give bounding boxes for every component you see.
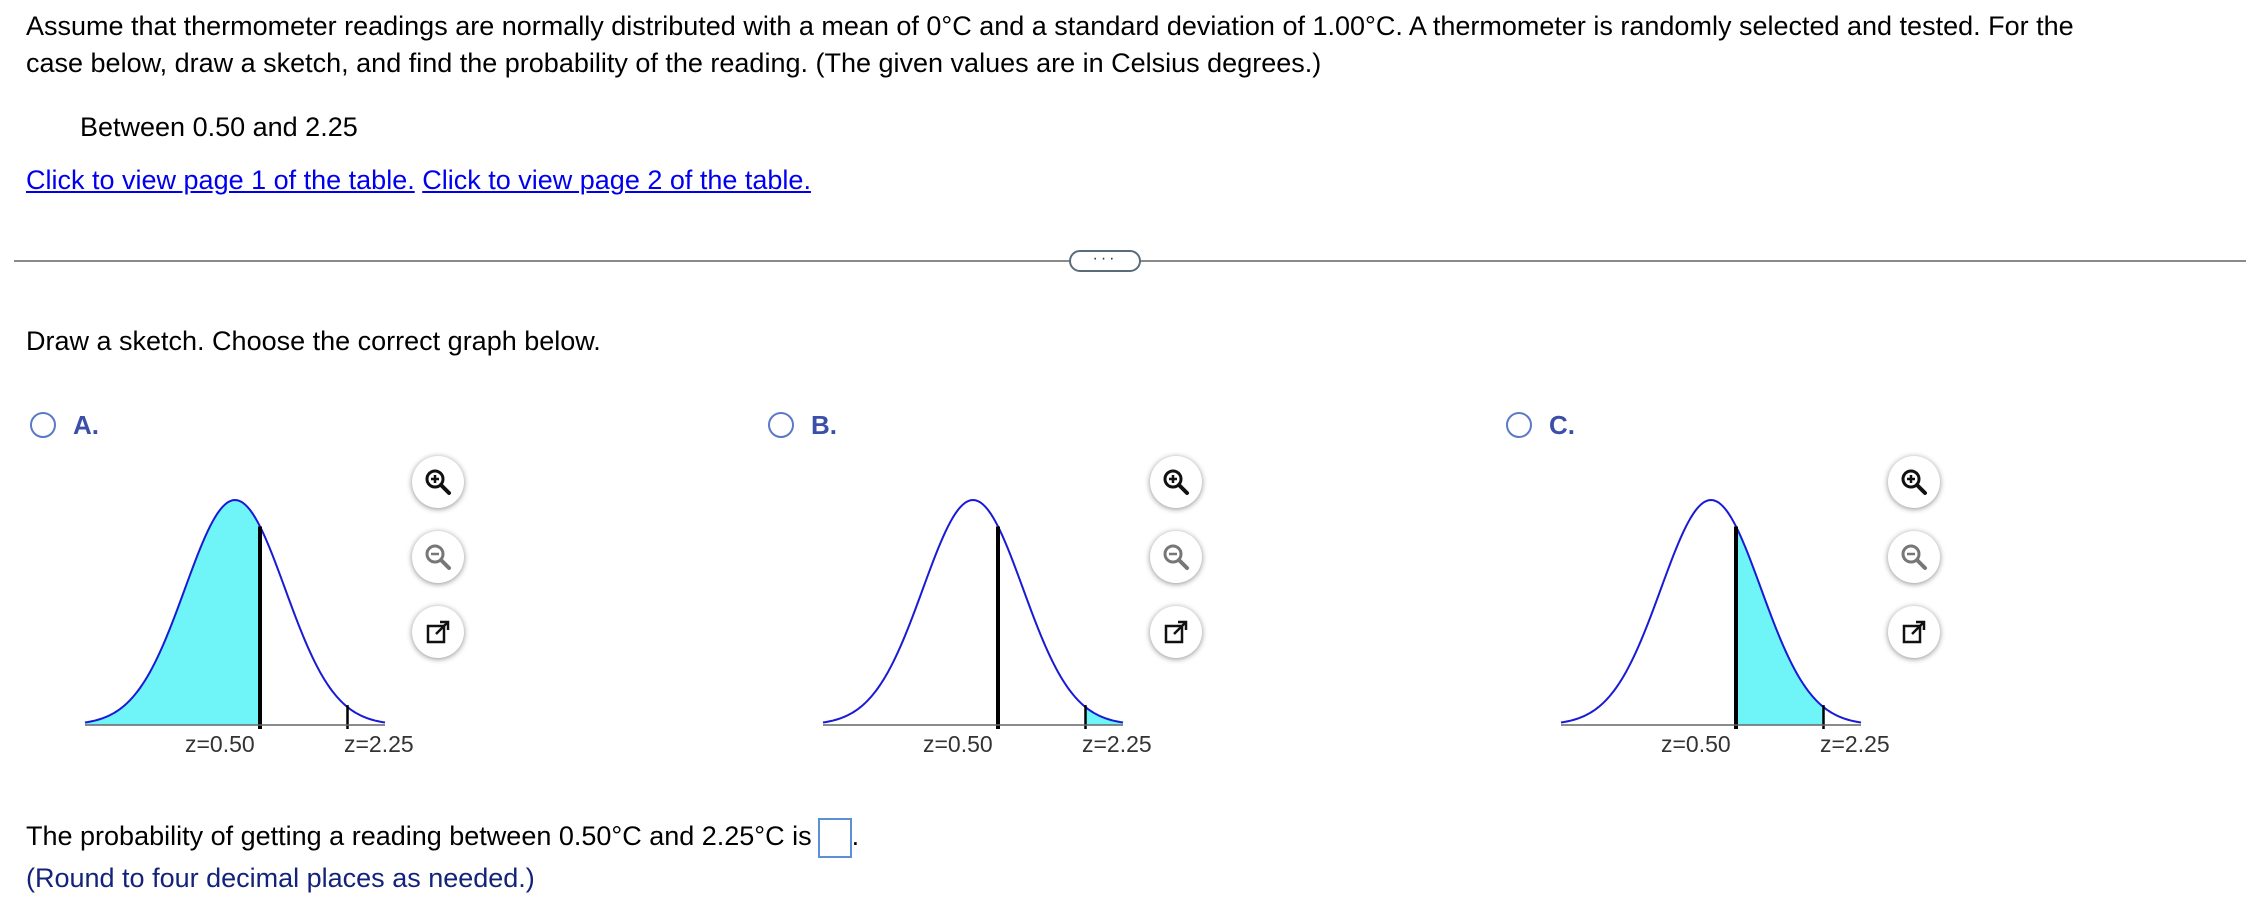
popout-icon [1902,620,1926,644]
option-c-zoom-out-button[interactable] [1888,531,1940,583]
option-c-curve [1560,498,1862,724]
option-a-graph [84,498,386,729]
option-a-z2-label: z=2.25 [344,731,414,757]
option-c-z2-label: z=2.25 [1820,731,1890,757]
option-a-letter: A. [73,410,99,440]
option-a-radio[interactable] [30,412,56,438]
popout-icon [426,620,450,644]
option-a-popout-button[interactable] [412,606,464,658]
table-links: Click to view page 1 of the table. Click… [26,162,811,198]
option-c-zoom-in-button[interactable] [1888,456,1940,508]
answer-prompt: The probability of getting a reading bet… [26,821,812,852]
option-b-zoom-out-button[interactable] [1150,531,1202,583]
table-page-1-link[interactable]: Click to view page 1 of the table. [26,165,415,195]
sketch-prompt: Draw a sketch. Choose the correct graph … [26,326,601,356]
option-c-z1-label: z=0.50 [1661,731,1731,757]
rounding-hint: (Round to four decimal places as needed.… [26,863,535,893]
zoom-out-icon [1163,544,1189,570]
option-a-shaded-area [85,500,260,725]
answer-period: . [851,821,860,852]
option-b-popout-button[interactable] [1150,606,1202,658]
option-a-z1-label: z=0.50 [185,731,255,757]
popout-icon [1164,620,1188,644]
option-b-zoom-in-button[interactable] [1150,456,1202,508]
zoom-in-icon [425,469,451,495]
option-b-curve [822,498,1124,724]
question-text-line-2: case below, draw a sketch, and find the … [26,48,1322,78]
option-b-radio[interactable] [768,412,794,438]
zoom-out-icon [1901,544,1927,570]
zoom-out-icon [425,544,451,570]
answer-input[interactable] [817,818,852,858]
zoom-in-icon [1163,469,1189,495]
option-b-z2-label: z=2.25 [1082,731,1152,757]
option-b-graph [822,498,1124,729]
table-page-2-link[interactable]: Click to view page 2 of the table. [422,165,811,195]
option-b-letter: B. [811,410,837,440]
option-a-zoom-out-button[interactable] [412,531,464,583]
expand-more-button[interactable]: ··· [1069,250,1141,272]
zoom-in-icon [1901,469,1927,495]
option-a-zoom-in-button[interactable] [412,456,464,508]
option-c-radio[interactable] [1506,412,1532,438]
case-text: Between 0.50 and 2.25 [80,112,358,142]
option-c-letter: C. [1549,410,1575,440]
option-c-popout-button[interactable] [1888,606,1940,658]
question-text-line-1: Assume that thermometer readings are nor… [26,11,2074,41]
option-b-z1-label: z=0.50 [923,731,993,757]
option-c-graph [1560,498,1862,729]
answer-line: The probability of getting a reading bet… [26,818,859,858]
